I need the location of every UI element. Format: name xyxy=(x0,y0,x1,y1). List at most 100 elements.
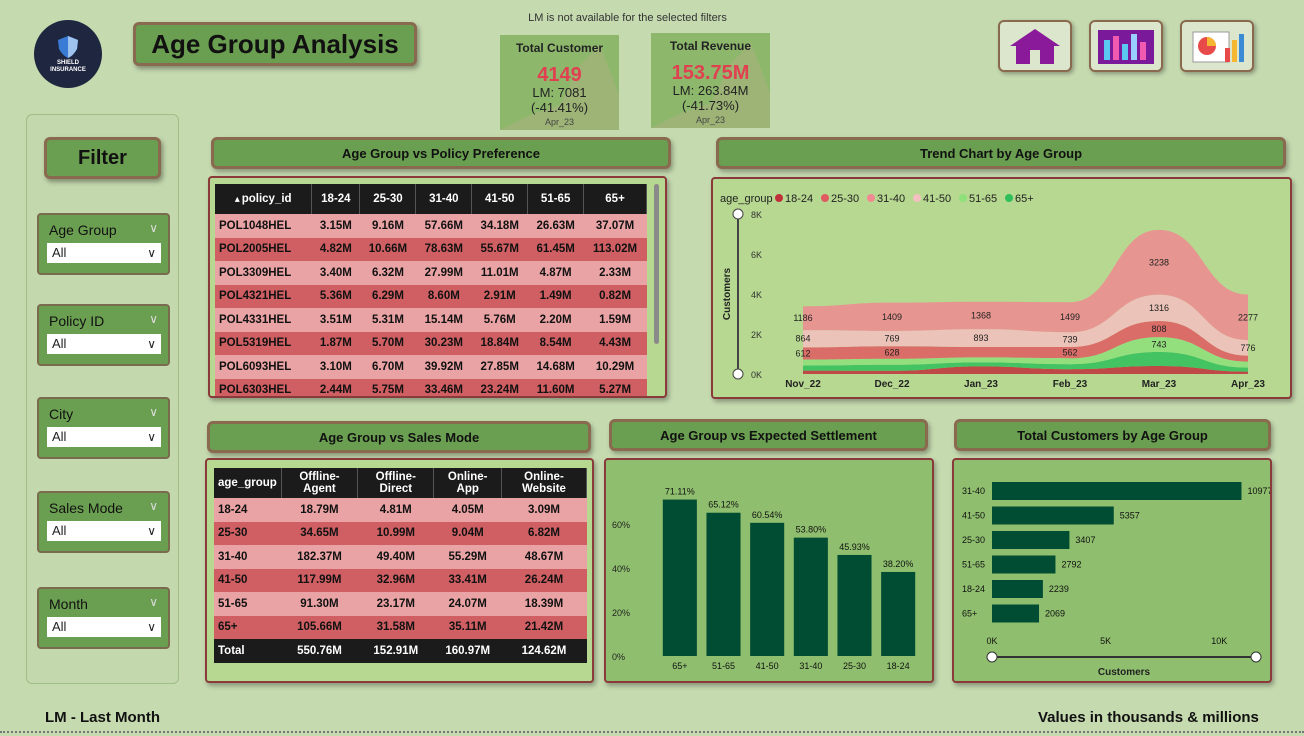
policy-table: ▴ policy_id 18-24 25-30 31-40 41-50 51-65 65+ P… xyxy=(215,184,647,396)
bar-41-50[interactable] xyxy=(992,506,1114,525)
kpi-total-customer: Total Customer 4149 LM: 7081 (-41.41%) A… xyxy=(500,35,619,130)
policy-id-slicer[interactable]: Policy ID ∨ All ∨ xyxy=(37,304,170,366)
column-header[interactable]: age_group xyxy=(214,468,282,498)
data-label: 1186 xyxy=(793,313,812,323)
sales-mode-slicer[interactable]: Sales Mode ∨ All ∨ xyxy=(37,491,170,553)
table-cell: POL1048HEL xyxy=(215,214,312,238)
kpi-change: (-41.41%) xyxy=(530,100,589,115)
legend-item[interactable]: 51-65 xyxy=(969,193,997,205)
legend-item[interactable]: 18-24 xyxy=(785,193,813,205)
legend-swatch[interactable] xyxy=(1005,194,1013,202)
column-header[interactable]: 41-50 xyxy=(471,184,529,214)
bar-18-24[interactable] xyxy=(992,580,1043,598)
legend-swatch[interactable] xyxy=(867,194,875,202)
table-row[interactable]: POL6093HEL 3.10M 6.70M 39.92M 27.85M 14.68M 10… xyxy=(215,355,647,379)
month-slicer[interactable]: Month ∨ All ∨ xyxy=(37,587,170,649)
table-cell: 3.51M xyxy=(311,308,360,332)
legend-item[interactable]: 65+ xyxy=(1015,193,1034,205)
bar-65+[interactable] xyxy=(992,604,1040,623)
table-row[interactable]: POL6303HEL 2.44M 5.75M 33.46M 23.24M 11.60M 5.… xyxy=(215,378,647,396)
legend-swatch[interactable] xyxy=(913,194,921,202)
chevron-down-icon[interactable]: ∨ xyxy=(149,499,158,513)
bar-31-40[interactable] xyxy=(992,482,1242,500)
table-cell: 3.15M xyxy=(311,214,360,238)
slider-handle-left[interactable] xyxy=(986,651,998,663)
table-row[interactable]: 25-30 34.65M 10.99M 9.04M 6.82M xyxy=(214,521,587,545)
table-row[interactable]: POL4321HEL 5.36M 6.29M 8.60M 2.91M 1.49M 0.82M xyxy=(215,284,647,308)
data-label: 2277 xyxy=(1238,312,1258,322)
legend-item[interactable]: 31-40 xyxy=(877,193,905,205)
chevron-down-icon[interactable]: ∨ xyxy=(149,405,158,419)
table-cell: 55.67M xyxy=(471,237,528,261)
bar-51-65[interactable] xyxy=(706,512,741,656)
month-dropdown[interactable]: All ∨ xyxy=(47,617,161,637)
sort-ascending-icon[interactable]: ▴ xyxy=(235,194,240,205)
x-tick-label: 41-50 xyxy=(756,661,779,671)
legend-swatch[interactable] xyxy=(775,194,783,202)
kpi-value: 4149 xyxy=(537,64,582,86)
settlement-chart-panel: 0% 20% 40% 60% 71.11% 65+ 65.12% 51-65 60.54% 41-… xyxy=(604,458,934,683)
column-header[interactable]: 18-24 xyxy=(311,184,361,214)
table-row[interactable]: 31-40 182.37M 49.40M 55.29M 48.67M xyxy=(214,545,587,569)
policy-id-dropdown[interactable]: All ∨ xyxy=(47,334,161,354)
report-nav-button[interactable] xyxy=(1180,20,1254,72)
column-header[interactable]: Online-App xyxy=(433,468,502,498)
table-cell: 65+ xyxy=(214,615,282,639)
table-row[interactable]: POL5319HEL 1.87M 5.70M 30.23M 18.84M 8.54M 4.4… xyxy=(215,331,647,355)
column-header[interactable]: Offline-Direct xyxy=(357,468,435,498)
chevron-down-icon[interactable]: ∨ xyxy=(149,221,158,235)
kpi-label: Total Customer xyxy=(515,41,604,55)
bar-25-30[interactable] xyxy=(837,554,872,656)
x-tick-label: Dec_22 xyxy=(874,379,909,390)
chevron-down-icon[interactable]: ∨ xyxy=(149,312,158,326)
sales-mode-dropdown[interactable]: All ∨ xyxy=(47,521,161,541)
table-row[interactable]: 18-24 18.79M 4.81M 4.05M 3.09M xyxy=(214,498,587,522)
column-header[interactable]: Offline-Agent xyxy=(281,468,359,498)
table-row[interactable]: POL3309HEL 3.40M 6.32M 27.99M 11.01M 4.87M 2.3… xyxy=(215,261,647,285)
column-header[interactable]: 65+ xyxy=(583,184,647,214)
data-label: 1368 xyxy=(971,310,991,320)
bar-41-50[interactable] xyxy=(750,522,785,656)
bar-25-30[interactable] xyxy=(992,531,1070,549)
age-group-dropdown[interactable]: All ∨ xyxy=(47,243,161,263)
city-slicer[interactable]: City ∨ All ∨ xyxy=(37,397,170,459)
legend-item[interactable]: 41-50 xyxy=(923,193,951,205)
home-button[interactable] xyxy=(998,20,1072,72)
column-header[interactable]: 25-30 xyxy=(359,184,417,214)
legend-swatch[interactable] xyxy=(959,194,967,202)
table-cell: 1.87M xyxy=(311,331,360,355)
column-header[interactable]: ▴ policy_id xyxy=(215,184,313,214)
data-label: 71.11% xyxy=(665,487,695,497)
chevron-down-icon[interactable]: ∨ xyxy=(149,595,158,609)
column-header[interactable]: 51-65 xyxy=(527,184,585,214)
x-tick-label: Apr_23 xyxy=(1231,379,1265,390)
table-cell: 57.66M xyxy=(415,214,472,238)
legend-item[interactable]: 25-30 xyxy=(831,193,859,205)
slider-handle-bottom[interactable] xyxy=(732,368,744,380)
dashboard-nav-button[interactable] xyxy=(1089,20,1163,72)
table-scrollbar[interactable] xyxy=(654,184,659,344)
slider-handle-top[interactable] xyxy=(732,208,744,220)
legend-swatch[interactable] xyxy=(821,194,829,202)
table-row[interactable]: POL4331HEL 3.51M 5.31M 15.14M 5.76M 2.20M 1.59… xyxy=(215,308,647,332)
table-row[interactable]: 65+ 105.66M 31.58M 35.11M 21.42M xyxy=(214,615,587,639)
table-row[interactable]: POL2005HEL 4.82M 10.66M 78.63M 55.67M 61.45M 1… xyxy=(215,237,647,261)
x-tick-label: 31-40 xyxy=(799,661,822,671)
column-header[interactable]: 31-40 xyxy=(415,184,473,214)
table-cell: 31-40 xyxy=(214,545,282,569)
table-row[interactable]: 51-65 91.30M 23.17M 24.07M 18.39M xyxy=(214,592,587,616)
bar-18-24[interactable] xyxy=(881,571,916,656)
age-group-slicer[interactable]: Age Group ∨ All ∨ xyxy=(37,213,170,275)
bar-51-65[interactable] xyxy=(992,555,1056,574)
table-cell: 30.23M xyxy=(415,331,472,355)
bar-65+[interactable] xyxy=(662,499,697,656)
table-cell: 4.82M xyxy=(311,237,360,261)
table-row[interactable]: POL1048HEL 3.15M 9.16M 57.66M 34.18M 26.63M 37… xyxy=(215,214,647,238)
bar-31-40[interactable] xyxy=(793,537,828,656)
column-header[interactable]: Online-Website xyxy=(501,468,588,498)
table-row[interactable]: 41-50 117.99M 32.96M 33.41M 26.24M xyxy=(214,568,587,592)
slider-handle-right[interactable] xyxy=(1250,651,1262,663)
y-tick-label: 4K xyxy=(751,290,762,300)
policy-table-viewport[interactable]: ▴ policy_id 18-24 25-30 31-40 41-50 51-65 65+ P… xyxy=(215,184,647,396)
city-dropdown[interactable]: All ∨ xyxy=(47,427,161,447)
